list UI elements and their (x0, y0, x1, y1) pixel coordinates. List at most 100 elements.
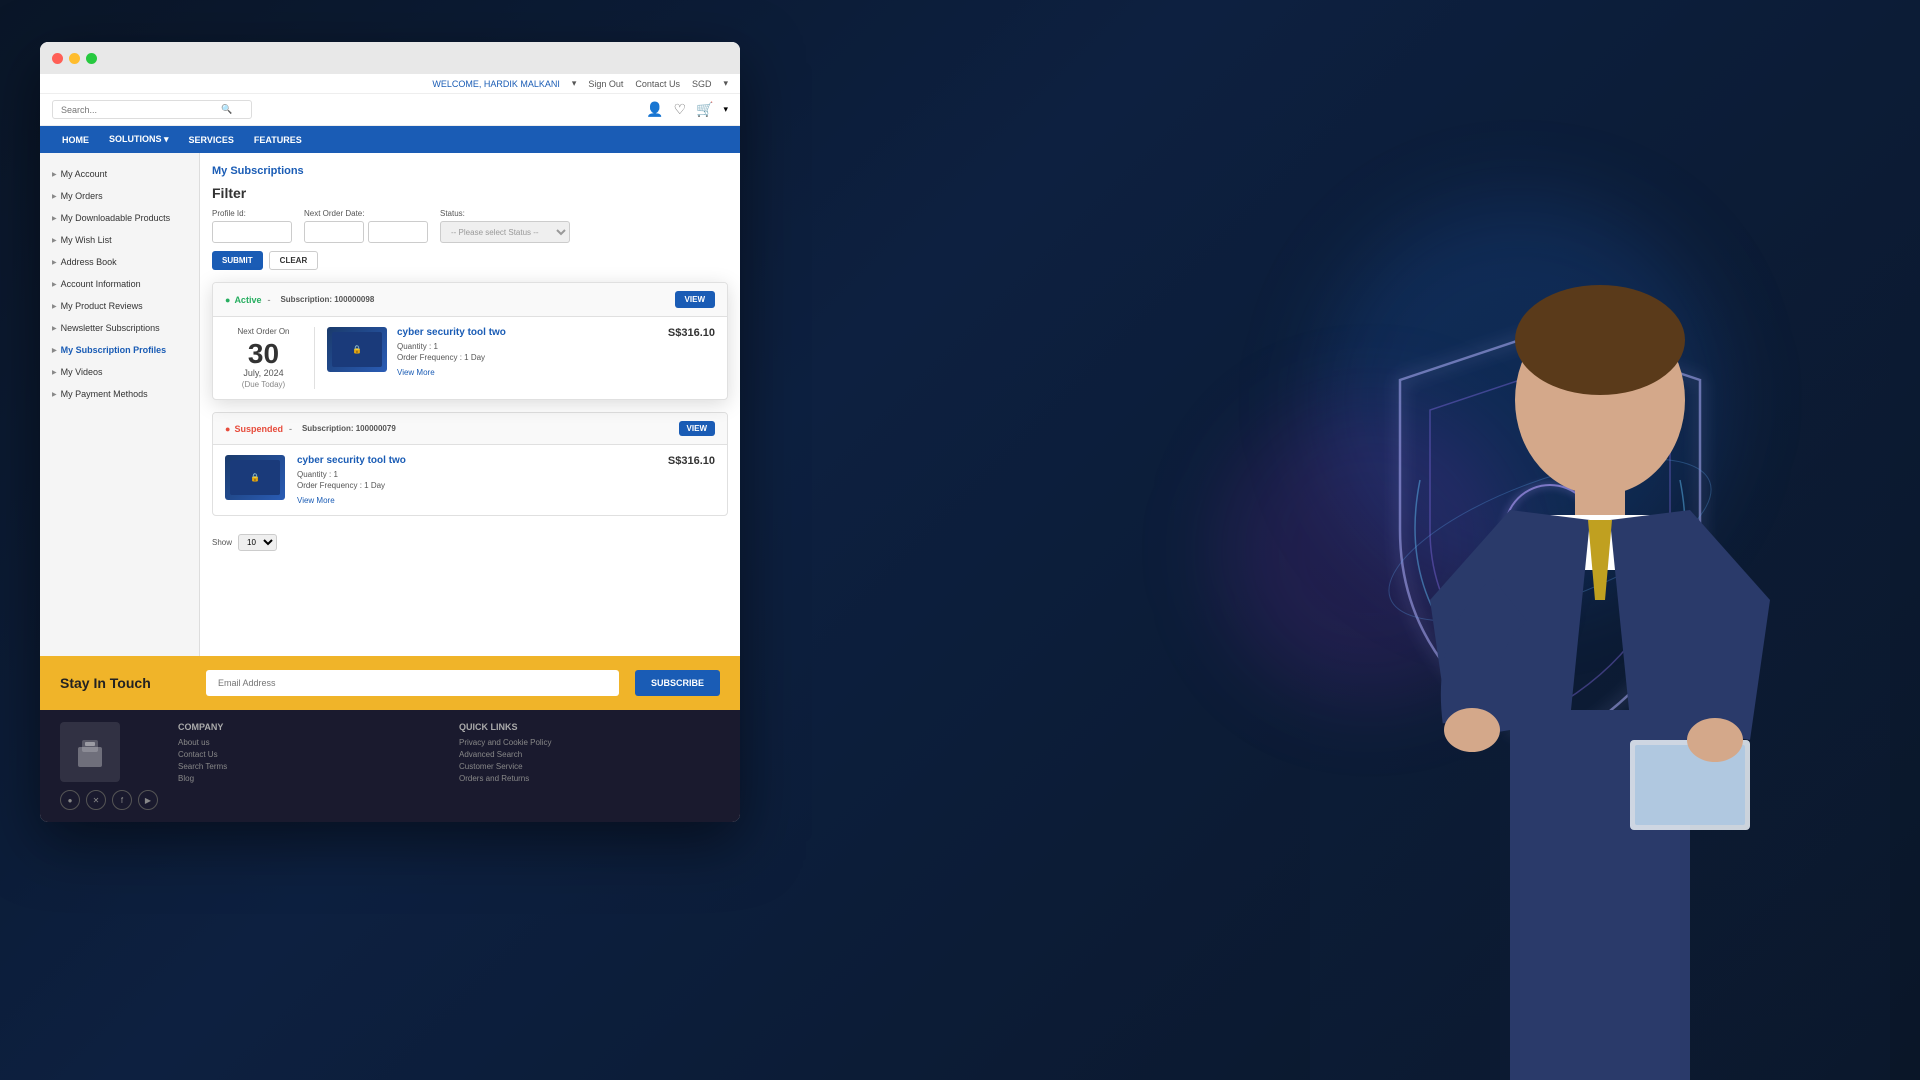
next-order-label: Next Order On (225, 327, 302, 336)
sidebar-item-videos[interactable]: My Videos (40, 361, 199, 383)
product-price-suspended: S$316.10 (668, 455, 715, 467)
filter-profile-id: Profile Id: (212, 209, 292, 243)
date-from-input[interactable] (304, 221, 364, 243)
nav-features[interactable]: FEATURES (244, 126, 312, 153)
search-bar[interactable]: 🔍 (52, 100, 252, 119)
social-twitter[interactable]: ✕ (86, 790, 106, 810)
social-circle[interactable]: ● (60, 790, 80, 810)
subscription-card-active: ● Active - Subscription: 100000098 VIEW … (212, 282, 728, 400)
window-maximize-dot[interactable] (86, 53, 97, 64)
product-details-suspended: cyber security tool two S$316.10 Quantit… (297, 455, 715, 505)
cart-icon[interactable]: 🛒 (696, 101, 713, 118)
submit-button[interactable]: SUBMIT (212, 251, 263, 270)
footer-company-title: COMPANY (178, 722, 439, 732)
content-area: My Subscriptions Filter Profile Id: Next… (200, 153, 740, 656)
sidebar-item-address[interactable]: Address Book (40, 251, 199, 273)
stay-in-touch: Stay In Touch (60, 675, 190, 691)
active-dot: ● (225, 295, 230, 305)
filter-buttons: SUBMIT CLEAR (212, 251, 728, 270)
order-date-section: Next Order On 30 July, 2024 (Due Today) (225, 327, 315, 389)
status-select[interactable]: -- Please select Status -- (440, 221, 570, 243)
topbar-divider: ▾ (572, 78, 577, 89)
product-image-suspended: 🔒 (225, 455, 285, 500)
main-content: My Account My Orders My Downloadable Pro… (40, 153, 740, 656)
search-input[interactable] (61, 105, 221, 115)
subscription-id-suspended: Subscription: 100000079 (302, 424, 396, 433)
footer-company: COMPANY About us Contact Us Search Terms… (178, 722, 439, 810)
view-button-active[interactable]: VIEW (675, 291, 715, 308)
footer-about[interactable]: About us (178, 738, 439, 747)
view-button-suspended[interactable]: VIEW (679, 421, 715, 436)
sidebar-item-payment[interactable]: My Payment Methods (40, 383, 199, 405)
subscribe-button[interactable]: SUBSCRIBE (635, 670, 720, 696)
nav-bar: HOME SOLUTIONS ▾ SERVICES FEATURES (40, 126, 740, 153)
sidebar-item-account[interactable]: My Account (40, 163, 199, 185)
order-due: (Due Today) (225, 380, 302, 389)
sidebar-item-reviews[interactable]: My Product Reviews (40, 295, 199, 317)
footer-contact[interactable]: Contact Us (178, 750, 439, 759)
card-body-active: Next Order On 30 July, 2024 (Due Today) … (213, 317, 727, 399)
status-label: Status: (440, 209, 570, 218)
suspended-status-text: Suspended (234, 424, 283, 434)
product-price-active: S$316.10 (668, 327, 715, 339)
show-select[interactable]: 10 (238, 534, 277, 551)
sidebar-item-downloads[interactable]: My Downloadable Products (40, 207, 199, 229)
product-name-active: cyber security tool two (397, 327, 506, 338)
sidebar-item-subscriptions[interactable]: My Subscription Profiles (40, 339, 199, 361)
social-facebook[interactable]: f (112, 790, 132, 810)
welcome-text: WELCOME, HARDIK MALKANI (432, 79, 560, 89)
window-minimize-dot[interactable] (69, 53, 80, 64)
site-footer: ● ✕ f ▶ COMPANY About us Contact Us Sear… (40, 710, 740, 822)
footer-terms[interactable]: Search Terms (178, 762, 439, 771)
view-more-active[interactable]: View More (397, 368, 715, 377)
quantity-active: Quantity : 1 (397, 342, 715, 351)
account-icon[interactable]: 👤 (646, 101, 663, 118)
card-header-suspended: ● Suspended - Subscription: 100000079 VI… (213, 413, 727, 445)
suspended-dot: ● (225, 424, 230, 434)
active-status-text: Active (234, 295, 261, 305)
social-youtube[interactable]: ▶ (138, 790, 158, 810)
footer-customer-service[interactable]: Customer Service (459, 762, 720, 771)
footer-search[interactable]: Advanced Search (459, 750, 720, 759)
view-more-suspended[interactable]: View More (297, 496, 715, 505)
contact-link[interactable]: Contact Us (635, 79, 680, 89)
footer-logo-area: ● ✕ f ▶ (60, 722, 158, 810)
clear-button[interactable]: CLEAR (269, 251, 319, 270)
nav-home[interactable]: HOME (52, 126, 99, 153)
breadcrumb: My Subscriptions (212, 165, 728, 177)
nav-services[interactable]: SERVICES (179, 126, 244, 153)
svg-text:🔒: 🔒 (352, 345, 362, 354)
card-body-suspended: 🔒 cyber security tool two S$316.10 Quant… (213, 445, 727, 515)
status-dash-2: - (289, 424, 292, 434)
window-close-dot[interactable] (52, 53, 63, 64)
status-dash: - (267, 295, 270, 305)
newsletter-bar: Stay In Touch SUBSCRIBE (40, 656, 740, 710)
browser-chrome (40, 42, 740, 74)
currency-selector[interactable]: SGD (692, 79, 712, 89)
sidebar-item-wishlist[interactable]: My Wish List (40, 229, 199, 251)
show-label: Show (212, 538, 232, 547)
wishlist-icon[interactable]: ♡ (673, 101, 686, 118)
filter-date: Next Order Date: (304, 209, 428, 243)
sidebar-item-account-info[interactable]: Account Information (40, 273, 199, 295)
order-date-number: 30 (225, 340, 302, 368)
order-date-month: July, 2024 (225, 368, 302, 378)
nav-solutions[interactable]: SOLUTIONS ▾ (99, 126, 179, 153)
search-icon[interactable]: 🔍 (221, 104, 232, 115)
footer-orders[interactable]: Orders and Returns (459, 774, 720, 783)
signout-link[interactable]: Sign Out (588, 79, 623, 89)
date-to-input[interactable] (368, 221, 428, 243)
profile-id-input[interactable] (212, 221, 292, 243)
footer-social: ● ✕ f ▶ (60, 790, 158, 810)
footer-blog[interactable]: Blog (178, 774, 439, 783)
filter-section: Filter Profile Id: Next Order Date: (212, 185, 728, 270)
filter-row: Profile Id: Next Order Date: Status: (212, 209, 728, 243)
footer-privacy[interactable]: Privacy and Cookie Policy (459, 738, 720, 747)
browser-window: WELCOME, HARDIK MALKANI ▾ Sign Out Conta… (40, 42, 740, 822)
footer-quicklinks: QUICK LINKS Privacy and Cookie Policy Ad… (459, 722, 720, 810)
sidebar-item-orders[interactable]: My Orders (40, 185, 199, 207)
sidebar-item-newsletter[interactable]: Newsletter Subscriptions (40, 317, 199, 339)
top-bar: WELCOME, HARDIK MALKANI ▾ Sign Out Conta… (40, 74, 740, 94)
email-input[interactable] (206, 670, 619, 696)
filter-title: Filter (212, 185, 728, 201)
